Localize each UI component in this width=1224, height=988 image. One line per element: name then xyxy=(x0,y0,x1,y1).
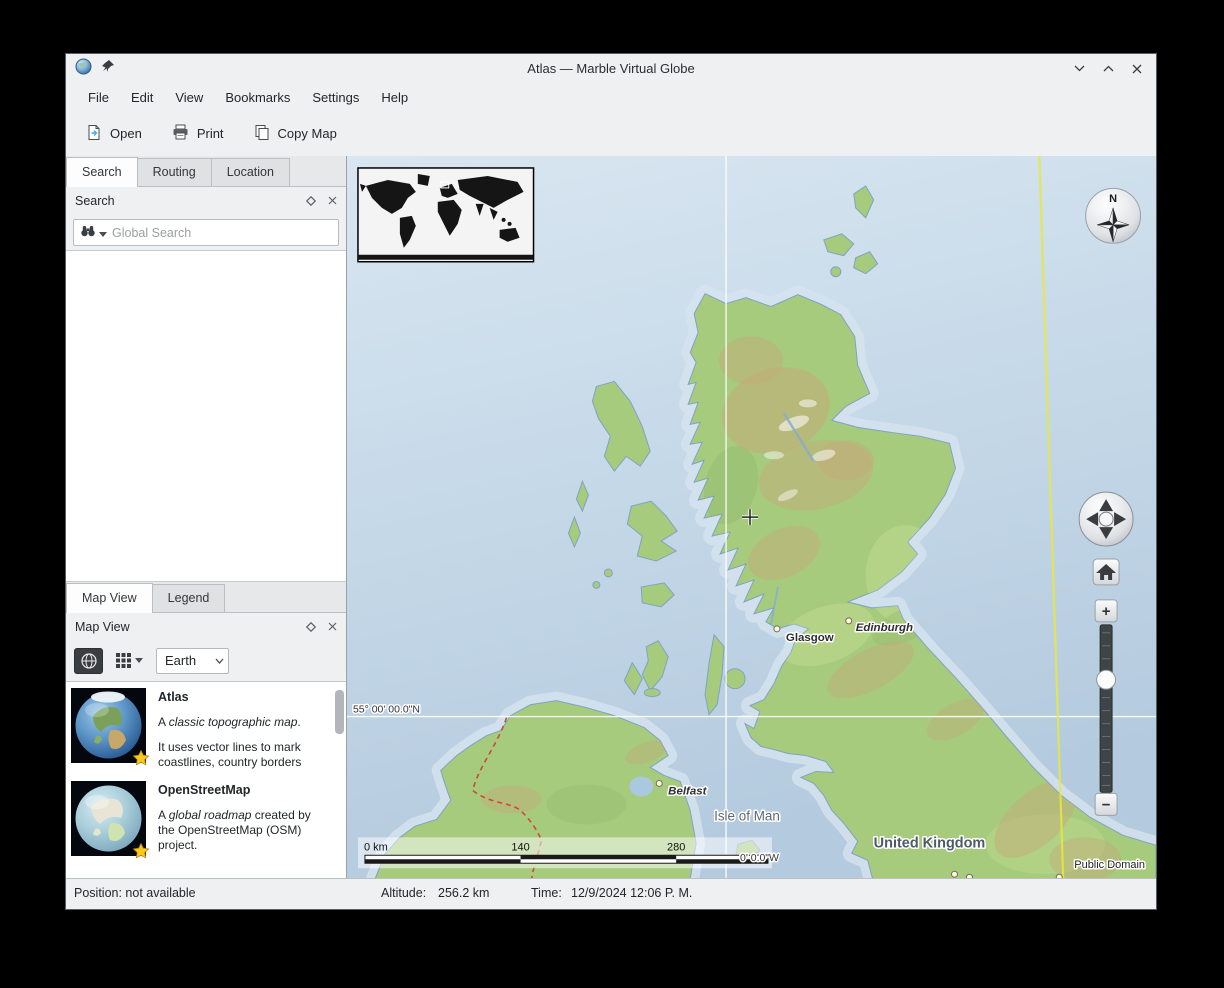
globe-projection-icon xyxy=(80,653,98,669)
search-input[interactable] xyxy=(110,225,332,241)
theme-name: Atlas xyxy=(158,690,328,705)
status-altitude-value: 256.2 km xyxy=(438,886,489,900)
city-marker-glasgow[interactable] xyxy=(774,626,780,632)
window-title: Atlas — Marble Virtual Globe xyxy=(66,61,1156,76)
print-button[interactable]: Print xyxy=(172,124,224,143)
search-type-chevron-icon[interactable] xyxy=(99,224,107,242)
theme-description: A global roadmap created by the OpenStre… xyxy=(158,808,328,853)
theme-description: It uses vector lines to mark coastlines,… xyxy=(158,740,328,770)
tab-legend[interactable]: Legend xyxy=(152,584,226,612)
titlebar[interactable]: Atlas — Marble Virtual Globe xyxy=(66,54,1156,83)
minimize-button[interactable] xyxy=(1071,61,1087,77)
svg-text:−: − xyxy=(1102,796,1111,813)
status-altitude-label: Altitude: xyxy=(381,886,426,900)
label-glasgow: Glasgow xyxy=(786,632,834,644)
menubar: File Edit View Bookmarks Settings Help xyxy=(66,83,1156,111)
printer-icon xyxy=(172,124,189,143)
menu-file[interactable]: File xyxy=(78,87,119,108)
favorite-star-icon xyxy=(133,750,149,766)
global-search-box[interactable] xyxy=(73,219,339,246)
label-license: Public Domain xyxy=(1074,859,1145,871)
osm-preview-image xyxy=(71,781,146,856)
zoom-out-button[interactable]: − xyxy=(1095,793,1117,815)
tab-map-view[interactable]: Map View xyxy=(66,583,153,613)
search-dock-header: Search xyxy=(66,187,346,214)
compass[interactable]: N xyxy=(1086,188,1141,243)
scrollbar-thumb[interactable] xyxy=(335,690,344,734)
menu-edit[interactable]: Edit xyxy=(121,87,163,108)
marble-window: Atlas — Marble Virtual Globe xyxy=(65,53,1157,910)
favorite-star-icon xyxy=(133,843,149,859)
city-marker[interactable] xyxy=(951,871,957,877)
panel-bottom-tabbar: Map View Legend xyxy=(66,582,346,613)
tab-search[interactable]: Search xyxy=(66,157,138,187)
float-dock-icon[interactable] xyxy=(306,196,316,206)
theme-list-scrollbar[interactable] xyxy=(335,684,344,876)
maximize-button[interactable] xyxy=(1100,61,1116,77)
scale-zero-label: 0 km xyxy=(364,841,388,853)
search-results-list[interactable] xyxy=(66,250,346,582)
search-dock-title: Search xyxy=(75,194,294,208)
scale-bar: 0 km 140 280 xyxy=(358,837,772,868)
map-canvas[interactable]: Glasgow Edinburgh Belfast Isle of Man Un… xyxy=(347,156,1156,878)
grid-icon xyxy=(116,653,131,668)
label-edinburgh: Edinburgh xyxy=(856,622,913,634)
map-theme-list: Atlas A classic topographic map. It uses… xyxy=(66,681,346,878)
menu-settings[interactable]: Settings xyxy=(302,87,369,108)
theme-entry-atlas[interactable]: Atlas A classic topographic map. It uses… xyxy=(66,682,346,775)
scale-mid-label: 140 xyxy=(511,841,529,853)
close-dock-icon[interactable] xyxy=(328,196,337,205)
projection-button[interactable] xyxy=(74,648,103,674)
chevron-down-icon xyxy=(210,658,228,664)
copy-icon xyxy=(254,124,270,144)
label-belfast: Belfast xyxy=(668,785,707,797)
city-marker-edinburgh[interactable] xyxy=(846,618,852,624)
main-map[interactable]: Glasgow Edinburgh Belfast Isle of Man Un… xyxy=(347,156,1156,879)
close-button[interactable] xyxy=(1129,61,1145,77)
celestial-body-value: Earth xyxy=(157,653,210,668)
mapview-dock-title: Map View xyxy=(75,620,294,634)
mapview-dock-header: Map View xyxy=(66,613,346,640)
overview-map[interactable] xyxy=(358,168,534,262)
compass-north-label: N xyxy=(1109,193,1117,205)
status-time-value: 12/9/2024 12:06 P. M. xyxy=(571,886,692,900)
tab-routing[interactable]: Routing xyxy=(137,158,212,186)
float-dock-icon[interactable] xyxy=(306,622,316,632)
theme-entry-openstreetmap[interactable]: OpenStreetMap A global roadmap created b… xyxy=(66,775,346,868)
open-button[interactable]: Open xyxy=(86,124,142,144)
celestial-body-combobox[interactable]: Earth xyxy=(156,648,229,674)
side-panel: Search Routing Location Search xyxy=(66,156,347,878)
svg-text:+: + xyxy=(1102,603,1111,620)
status-position: Position: not available xyxy=(74,886,196,900)
label-united-kingdom: United Kingdom xyxy=(874,835,986,851)
main-toolbar: Open Print Copy Map xyxy=(66,111,1156,156)
binoculars-icon xyxy=(80,224,96,242)
close-dock-icon[interactable] xyxy=(328,622,337,631)
theme-name: OpenStreetMap xyxy=(158,783,328,798)
celestial-body-menu-button[interactable] xyxy=(112,650,147,671)
tab-location[interactable]: Location xyxy=(211,158,290,186)
open-file-icon xyxy=(86,124,102,144)
status-time-label: Time: xyxy=(531,886,562,900)
home-button[interactable] xyxy=(1093,559,1119,585)
atlas-preview-image xyxy=(71,688,146,763)
label-longitude: 0' 0.0"W xyxy=(740,853,779,864)
copy-map-button[interactable]: Copy Map xyxy=(254,124,337,144)
zoom-in-button[interactable]: + xyxy=(1095,600,1117,622)
zoom-slider-handle[interactable] xyxy=(1097,670,1116,689)
menu-bookmarks[interactable]: Bookmarks xyxy=(215,87,300,108)
scale-max-label: 280 xyxy=(667,841,685,853)
panel-top-tabbar: Search Routing Location xyxy=(66,156,346,187)
city-marker-belfast[interactable] xyxy=(656,780,662,786)
label-isle-of-man: Isle of Man xyxy=(714,808,780,823)
theme-description: A classic topographic map. xyxy=(158,715,328,730)
label-latitude: 55° 00' 00.0"N xyxy=(353,705,420,716)
statusbar: Position: not available Altitude: 256.2 … xyxy=(66,878,1156,909)
chevron-down-icon xyxy=(135,658,143,663)
mapview-controls: Earth xyxy=(66,640,346,681)
navigation-pad[interactable] xyxy=(1079,492,1133,546)
menu-view[interactable]: View xyxy=(165,87,213,108)
menu-help[interactable]: Help xyxy=(371,87,418,108)
